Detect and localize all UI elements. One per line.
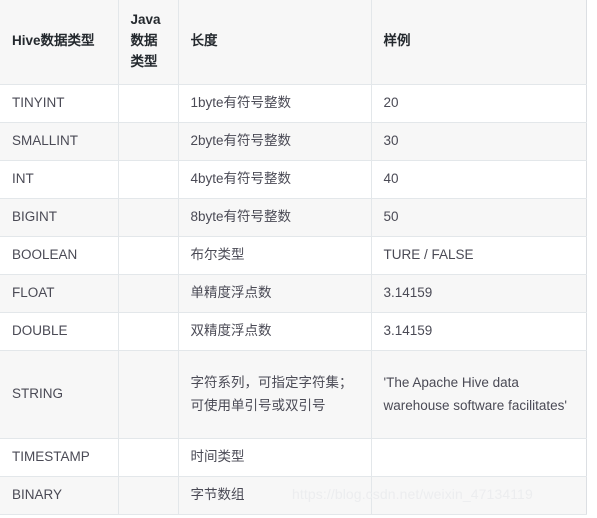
table-row: BIGINT 8byte有符号整数 50 bbox=[0, 198, 587, 237]
hive-data-types-table-container: Hive数据类型 Java数据类型 长度 样例 TINYINT 1byte有符号… bbox=[0, 0, 587, 515]
cell-java-type bbox=[118, 122, 179, 161]
cell-hive-type: DOUBLE bbox=[0, 312, 119, 351]
table-row: FLOAT 单精度浮点数 3.14159 bbox=[0, 274, 587, 313]
cell-sample bbox=[371, 476, 587, 515]
cell-sample: 'The Apache Hive data warehouse software… bbox=[371, 350, 587, 439]
cell-sample: 50 bbox=[371, 198, 587, 237]
cell-length: 布尔类型 bbox=[178, 236, 372, 275]
cell-length: 1byte有符号整数 bbox=[178, 84, 372, 123]
cell-length: 双精度浮点数 bbox=[178, 312, 372, 351]
cell-length: 时间类型 bbox=[178, 438, 372, 477]
cell-java-type bbox=[118, 350, 179, 439]
cell-java-type bbox=[118, 198, 179, 237]
cell-hive-type: SMALLINT bbox=[0, 122, 119, 161]
column-header-length: 长度 bbox=[178, 0, 372, 85]
table-row: INT 4byte有符号整数 40 bbox=[0, 160, 587, 199]
table-row: DOUBLE 双精度浮点数 3.14159 bbox=[0, 312, 587, 351]
cell-hive-type: INT bbox=[0, 160, 119, 199]
table-row: BOOLEAN 布尔类型 TURE / FALSE bbox=[0, 236, 587, 275]
table-row: TINYINT 1byte有符号整数 20 bbox=[0, 84, 587, 123]
column-header-java-type: Java数据类型 bbox=[118, 0, 179, 85]
cell-java-type bbox=[118, 160, 179, 199]
cell-hive-type: BINARY bbox=[0, 476, 119, 515]
cell-java-type bbox=[118, 84, 179, 123]
cell-hive-type: TIMESTAMP bbox=[0, 438, 119, 477]
table-header-row: Hive数据类型 Java数据类型 长度 样例 bbox=[0, 0, 587, 85]
cell-sample bbox=[371, 438, 587, 477]
cell-java-type bbox=[118, 236, 179, 275]
table-row: SMALLINT 2byte有符号整数 30 bbox=[0, 122, 587, 161]
cell-hive-type: BIGINT bbox=[0, 198, 119, 237]
cell-length: 8byte有符号整数 bbox=[178, 198, 372, 237]
cell-java-type bbox=[118, 312, 179, 351]
cell-hive-type: FLOAT bbox=[0, 274, 119, 313]
cell-length: 字符系列，可指定字符集；可使用单引号或双引号 bbox=[178, 350, 372, 439]
table-row: STRING 字符系列，可指定字符集；可使用单引号或双引号 'The Apach… bbox=[0, 350, 587, 439]
cell-sample: 3.14159 bbox=[371, 312, 587, 351]
table-body: TINYINT 1byte有符号整数 20 SMALLINT 2byte有符号整… bbox=[0, 84, 587, 515]
cell-length: 2byte有符号整数 bbox=[178, 122, 372, 161]
cell-sample: 30 bbox=[371, 122, 587, 161]
table-row: TIMESTAMP 时间类型 bbox=[0, 438, 587, 477]
cell-sample: TURE / FALSE bbox=[371, 236, 587, 275]
cell-hive-type: STRING bbox=[0, 350, 119, 439]
cell-length: 4byte有符号整数 bbox=[178, 160, 372, 199]
cell-java-type bbox=[118, 476, 179, 515]
cell-length: 字节数组 bbox=[178, 476, 372, 515]
cell-hive-type: BOOLEAN bbox=[0, 236, 119, 275]
cell-sample: 40 bbox=[371, 160, 587, 199]
cell-sample: 3.14159 bbox=[371, 274, 587, 313]
cell-length: 单精度浮点数 bbox=[178, 274, 372, 313]
cell-java-type bbox=[118, 274, 179, 313]
cell-java-type bbox=[118, 438, 179, 477]
table-header: Hive数据类型 Java数据类型 长度 样例 bbox=[0, 0, 587, 85]
table-row: BINARY 字节数组 bbox=[0, 476, 587, 515]
cell-hive-type: TINYINT bbox=[0, 84, 119, 123]
column-header-hive-type: Hive数据类型 bbox=[0, 0, 119, 85]
column-header-sample: 样例 bbox=[371, 0, 587, 85]
cell-sample: 20 bbox=[371, 84, 587, 123]
hive-data-types-table: Hive数据类型 Java数据类型 长度 样例 TINYINT 1byte有符号… bbox=[0, 0, 587, 515]
